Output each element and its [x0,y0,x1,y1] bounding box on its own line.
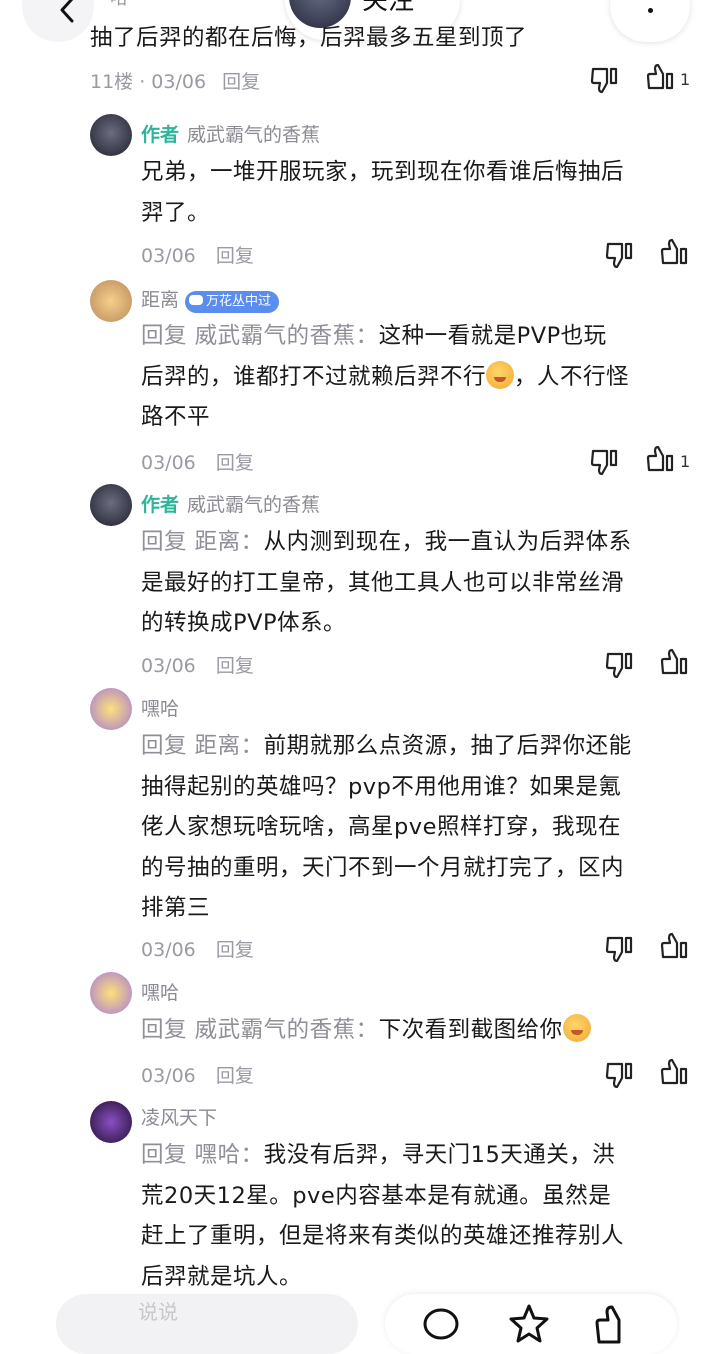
like-count: 1 [680,452,691,471]
like-icon[interactable] [659,931,689,961]
author-tag: 作者 [141,494,180,516]
reply-date: 03/06 [141,245,196,267]
badge-label: 万花丛中过 [206,293,272,309]
text-line: 我没有后羿，寻天门15天通关，洪 [263,1142,616,1168]
reply-header: 作者 威武霸气的香蕉 [141,490,320,517]
reply-header: 嘿哈 [141,694,179,721]
username[interactable]: 威武霸气的香蕉 [187,124,320,146]
reply-button[interactable]: 回复 [216,245,254,267]
like-icon[interactable] [593,1302,637,1346]
reply-text: 兄弟，一堆开服玩家，玩到现在你看谁后悔抽后 羿了。 [141,152,624,233]
text-line: 这种一看就是PVP也玩 [378,323,607,349]
like-icon[interactable] [645,62,675,92]
reply-button[interactable]: 回复 [216,1065,254,1087]
username[interactable]: 距离 [141,289,179,311]
reply-button[interactable]: 回复 [222,71,260,93]
like-icon[interactable] [659,1057,689,1087]
reply-button[interactable]: 回复 [216,655,254,677]
text-line: 下次看到截图给你 [378,1017,563,1043]
reply-prefix: 回复 威武霸气的香蕉： [141,1017,379,1043]
user-badge: 万花丛中过 [185,290,280,313]
comment-input[interactable]: 说说 [56,1294,358,1354]
avatar[interactable] [90,484,132,526]
text-line: 赶上了重明，但是将来有类似的英雄还推荐别人 [141,1223,625,1249]
reply-prefix: 回复 威武霸气的香蕉： [141,323,379,349]
text-line: 佬人家想玩啥玩啥，高星pve照样打穿，我现在 [141,814,621,840]
comment-text: 抽了后羿的都在后悔，后羿最多五星到顶了 [90,25,528,51]
reply-text: 回复 威武霸气的香蕉：下次看到截图给你 [141,1010,701,1051]
text-line: 前期就那么点资源，抽了后羿你还能 [263,733,632,759]
avatar[interactable] [90,114,132,156]
reply-header: 凌风天下 [141,1103,217,1130]
text-line: 兄弟，一堆开服玩家，玩到现在你看谁后悔抽后 [141,159,625,185]
like-count: 1 [680,70,691,89]
reply-meta: 03/06 回复 [141,935,254,962]
text-line: 的转换成PVP体系。 [141,610,347,636]
avatar[interactable] [90,688,132,730]
comment-input-placeholder: 说说 [138,1300,178,1324]
smug-emoji-icon [562,1014,591,1042]
text-line: 是最好的打工皇帝，其他工具人也可以非常丝滑 [141,569,625,596]
avatar[interactable] [90,280,132,322]
reply-meta: 03/06 回复 [141,1061,254,1088]
reply-date: 03/06 [141,939,196,961]
reply-prefix: 回复 距离： [141,733,264,759]
text-line: 抽得起别的英雄吗？pvp不用他用谁？如果是氪 [141,773,622,800]
reply-header: 作者 威武霸气的香蕉 [141,120,320,147]
username[interactable]: 嘿哈 [141,698,179,720]
text-line: 从内测到现在，我一直认为后羿体系 [263,529,632,555]
username[interactable]: 威武霸气的香蕉 [187,494,320,516]
gamepad-icon [189,295,204,305]
reply-meta: 03/06 回复 [141,448,254,475]
avatar[interactable] [90,972,132,1014]
username[interactable]: 凌风天下 [141,1107,217,1129]
avatar[interactable] [90,1101,132,1143]
reply-date: 03/06 [141,1065,196,1087]
dislike-icon[interactable] [604,240,634,270]
reply-meta: 03/06 回复 [141,651,254,678]
dislike-icon[interactable] [604,650,634,680]
text-line: 路不平 [141,404,211,430]
floor-date: 11楼 · 03/06 [90,71,207,93]
reply-button[interactable]: 回复 [216,939,254,961]
reply-text: 回复 嘿哈：我没有后羿，寻天门15天通关，洪 荒20天12星。pve内容基本是有… [141,1135,701,1297]
reply-text: 回复 威武霸气的香蕉：这种一看就是PVP也玩 后羿的，谁都打不过就赖后羿不行 ，人… [141,316,701,438]
bottom-actions [385,1294,677,1354]
reply-text: 回复 距离：前期就那么点资源，抽了后羿你还能 抽得起别的英雄吗？pvp不用他用谁… [141,726,701,929]
text-line: 荒20天12星。pve内容基本是有就通。虽然是 [141,1182,612,1209]
text-line: 羿了。 [141,199,211,226]
like-icon[interactable] [659,647,689,677]
reply-meta: 03/06 回复 [141,241,254,268]
star-icon[interactable] [507,1302,551,1346]
text-line: 后羿的，谁都打不过就赖后羿不行 [141,363,487,390]
comment-meta: 11楼 · 03/06 回复 [90,67,260,94]
dislike-icon[interactable] [589,447,619,477]
text-line: 的号抽的重明，天门不到一个月就打完了，区内 [141,854,625,881]
dislike-icon[interactable] [589,65,619,95]
author-tag: 作者 [141,124,180,146]
reply-date: 03/06 [141,655,196,677]
reply-header: 嘿哈 [141,978,179,1005]
dislike-icon[interactable] [604,1060,634,1090]
like-icon[interactable] [645,444,675,474]
text-line: 排第三 [141,895,211,921]
dislike-icon[interactable] [604,934,634,964]
comment-icon[interactable] [421,1304,461,1344]
text-line: 后羿就是坑人。 [141,1263,303,1290]
reply-prefix: 回复 嘿哈： [141,1142,264,1168]
text-line: ，人不行怪 [514,363,630,390]
username[interactable]: 嘿哈 [141,982,179,1004]
like-icon[interactable] [659,237,689,267]
smirk-emoji-icon [486,360,515,389]
reply-date: 03/06 [141,452,196,474]
reply-button[interactable]: 回复 [216,452,254,474]
reply-text: 回复 距离：从内测到现在，我一直认为后羿体系 是最好的打工皇帝，其他工具人也可以… [141,522,701,644]
reply-prefix: 回复 距离： [141,529,264,555]
reply-header: 距离 万花丛中过 [141,285,280,313]
